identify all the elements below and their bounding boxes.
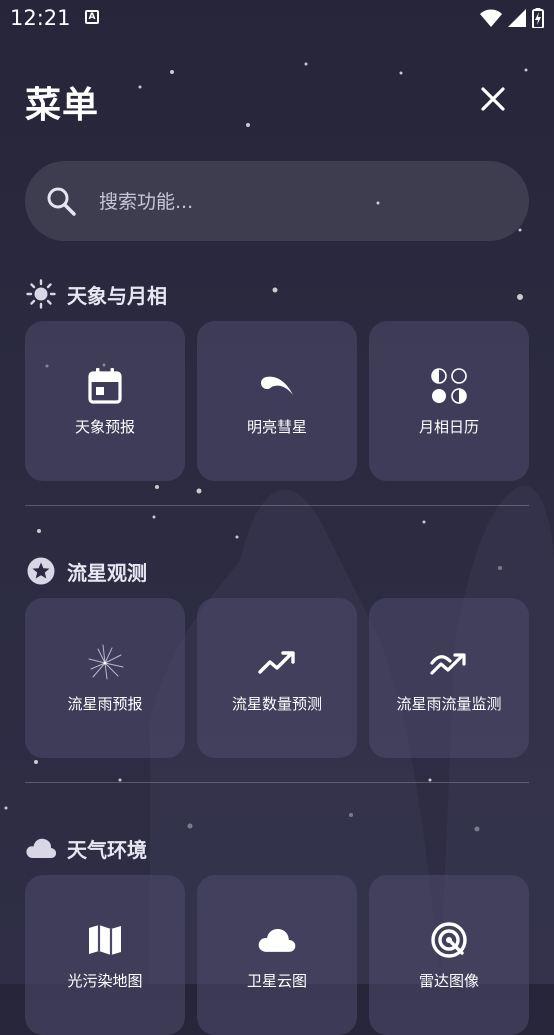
cloud-icon bbox=[25, 832, 57, 864]
close-icon bbox=[481, 87, 505, 111]
card-label: 流星雨流量监测 bbox=[396, 695, 502, 713]
search-icon bbox=[47, 187, 76, 216]
card-meteor-count-prediction[interactable]: 流星数量预测 bbox=[197, 598, 357, 758]
section-title: 天气环境 bbox=[67, 837, 147, 862]
weather-grid: 光污染地图 卫星云图 雷达图像 bbox=[25, 875, 529, 1035]
astronomy-grid: 天象预报 明亮彗星 月相日历 bbox=[25, 321, 529, 481]
section-meteor-header: 流星观测 bbox=[25, 555, 147, 587]
section-astronomy-header: 天象与月相 bbox=[25, 278, 167, 310]
card-meteor-flux-monitor[interactable]: 流星雨流量监测 bbox=[369, 598, 529, 758]
a-icon: A bbox=[85, 10, 99, 24]
search-bar[interactable] bbox=[25, 161, 529, 243]
card-label: 月相日历 bbox=[418, 418, 479, 436]
meteor-radiant-icon bbox=[85, 643, 125, 683]
trending-up-icon bbox=[257, 643, 297, 683]
monitor-wave-icon bbox=[429, 643, 469, 683]
card-label: 天象预报 bbox=[74, 418, 135, 436]
wifi-icon bbox=[480, 9, 502, 27]
section-title: 流星观测 bbox=[67, 560, 147, 585]
signal-icon bbox=[508, 9, 526, 27]
card-satellite-cloud[interactable]: 卫星云图 bbox=[197, 875, 357, 1035]
card-label: 流星雨预报 bbox=[67, 695, 143, 713]
map-icon bbox=[85, 920, 125, 960]
card-bright-comets[interactable]: 明亮彗星 bbox=[197, 321, 357, 481]
sun-icon bbox=[25, 278, 57, 310]
card-label: 雷达图像 bbox=[418, 972, 479, 990]
status-time: 12:21 bbox=[10, 6, 71, 30]
page-title: 菜单 bbox=[25, 85, 100, 126]
comet-icon bbox=[257, 366, 297, 406]
star-badge-icon bbox=[25, 555, 57, 587]
card-radar-image[interactable]: 雷达图像 bbox=[369, 875, 529, 1035]
radar-icon bbox=[429, 920, 469, 960]
search-input[interactable] bbox=[97, 161, 501, 243]
card-astronomy-forecast[interactable]: 天象预报 bbox=[25, 321, 185, 481]
status-bar: 12:21 A bbox=[0, 0, 554, 38]
section-weather-header: 天气环境 bbox=[25, 832, 147, 864]
moon-phases-icon bbox=[429, 366, 469, 406]
card-label: 卫星云图 bbox=[246, 972, 307, 990]
section-title: 天象与月相 bbox=[67, 283, 167, 308]
meteor-grid: 流星雨预报 流星数量预测 流星雨流量监测 bbox=[25, 598, 529, 758]
card-label: 光污染地图 bbox=[67, 972, 143, 990]
section-divider bbox=[25, 505, 529, 506]
section-divider bbox=[25, 782, 529, 783]
card-label: 流星数量预测 bbox=[231, 695, 322, 713]
card-moon-calendar[interactable]: 月相日历 bbox=[369, 321, 529, 481]
card-label: 明亮彗星 bbox=[246, 418, 307, 436]
close-button[interactable] bbox=[476, 82, 510, 116]
card-meteor-shower-forecast[interactable]: 流星雨预报 bbox=[25, 598, 185, 758]
cloud-icon bbox=[257, 920, 297, 960]
battery-charging-icon bbox=[532, 8, 544, 28]
status-icons bbox=[480, 8, 544, 28]
card-light-pollution-map[interactable]: 光污染地图 bbox=[25, 875, 185, 1035]
calendar-icon bbox=[85, 366, 125, 406]
